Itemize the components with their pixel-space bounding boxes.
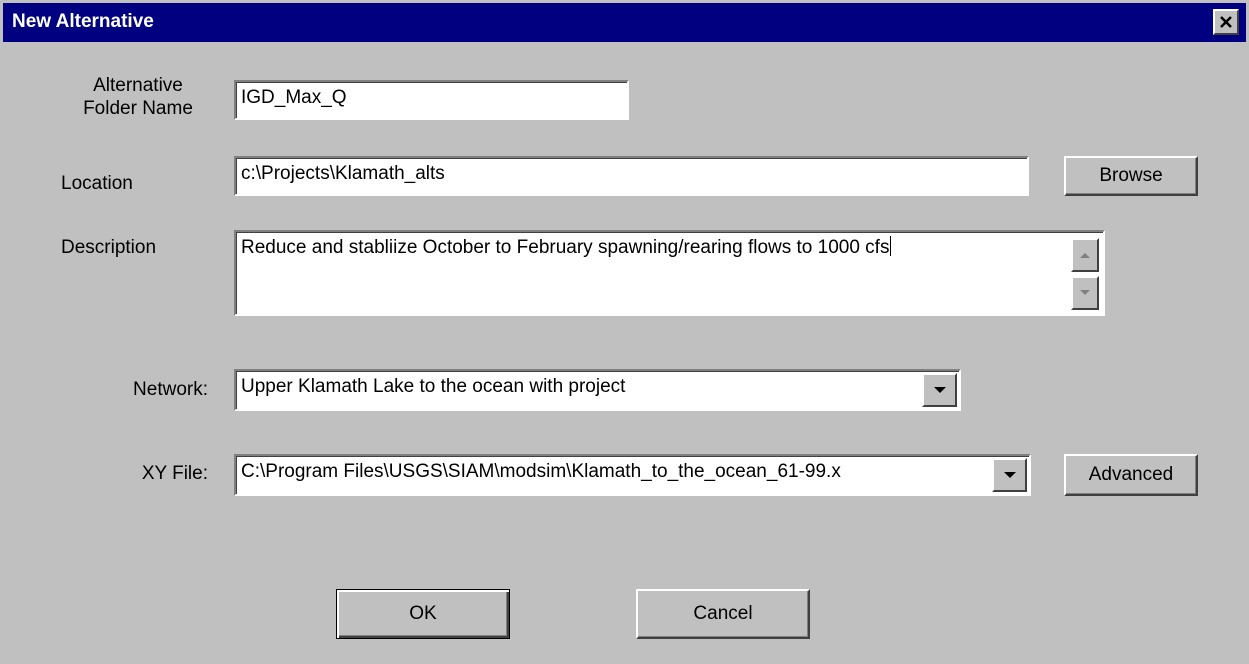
xy-file-select[interactable]: C:\Program Files\USGS\SIAM\modsim\Klamat…	[234, 454, 1031, 496]
chevron-down-icon	[933, 387, 946, 393]
browse-button[interactable]: Browse	[1064, 156, 1198, 196]
text-cursor	[890, 236, 892, 256]
folder-name-label: Alternative Folder Name	[83, 75, 193, 119]
cancel-button[interactable]: Cancel	[636, 589, 810, 639]
location-label: Location	[61, 173, 133, 194]
window-title: New Alternative	[12, 11, 154, 32]
description-textarea[interactable]: Reduce and stabliize October to February…	[234, 230, 1105, 316]
arrow-up-icon	[1080, 253, 1090, 258]
scroll-down-button[interactable]	[1071, 276, 1099, 310]
location-input[interactable]: c:\Projects\Klamath_alts	[234, 156, 1029, 196]
xy-file-dropdown-button[interactable]	[992, 458, 1027, 492]
xy-file-label: XY File:	[141, 463, 208, 484]
scroll-up-button[interactable]	[1071, 238, 1099, 272]
new-alternative-dialog: New Alternative Alternative Folder Name …	[0, 0, 1249, 664]
advanced-button[interactable]: Advanced	[1064, 454, 1198, 496]
close-button[interactable]	[1213, 9, 1239, 35]
network-dropdown-button[interactable]	[922, 373, 957, 407]
network-select[interactable]: Upper Klamath Lake to the ocean with pro…	[234, 369, 961, 411]
title-bar: New Alternative	[3, 3, 1246, 42]
network-label: Network:	[133, 379, 208, 400]
description-label: Description	[61, 237, 157, 258]
chevron-down-icon	[1003, 472, 1016, 478]
folder-name-input[interactable]: IGD_Max_Q	[234, 80, 629, 120]
arrow-down-icon	[1080, 290, 1090, 295]
close-icon	[1220, 16, 1232, 28]
ok-button[interactable]: OK	[336, 589, 510, 639]
